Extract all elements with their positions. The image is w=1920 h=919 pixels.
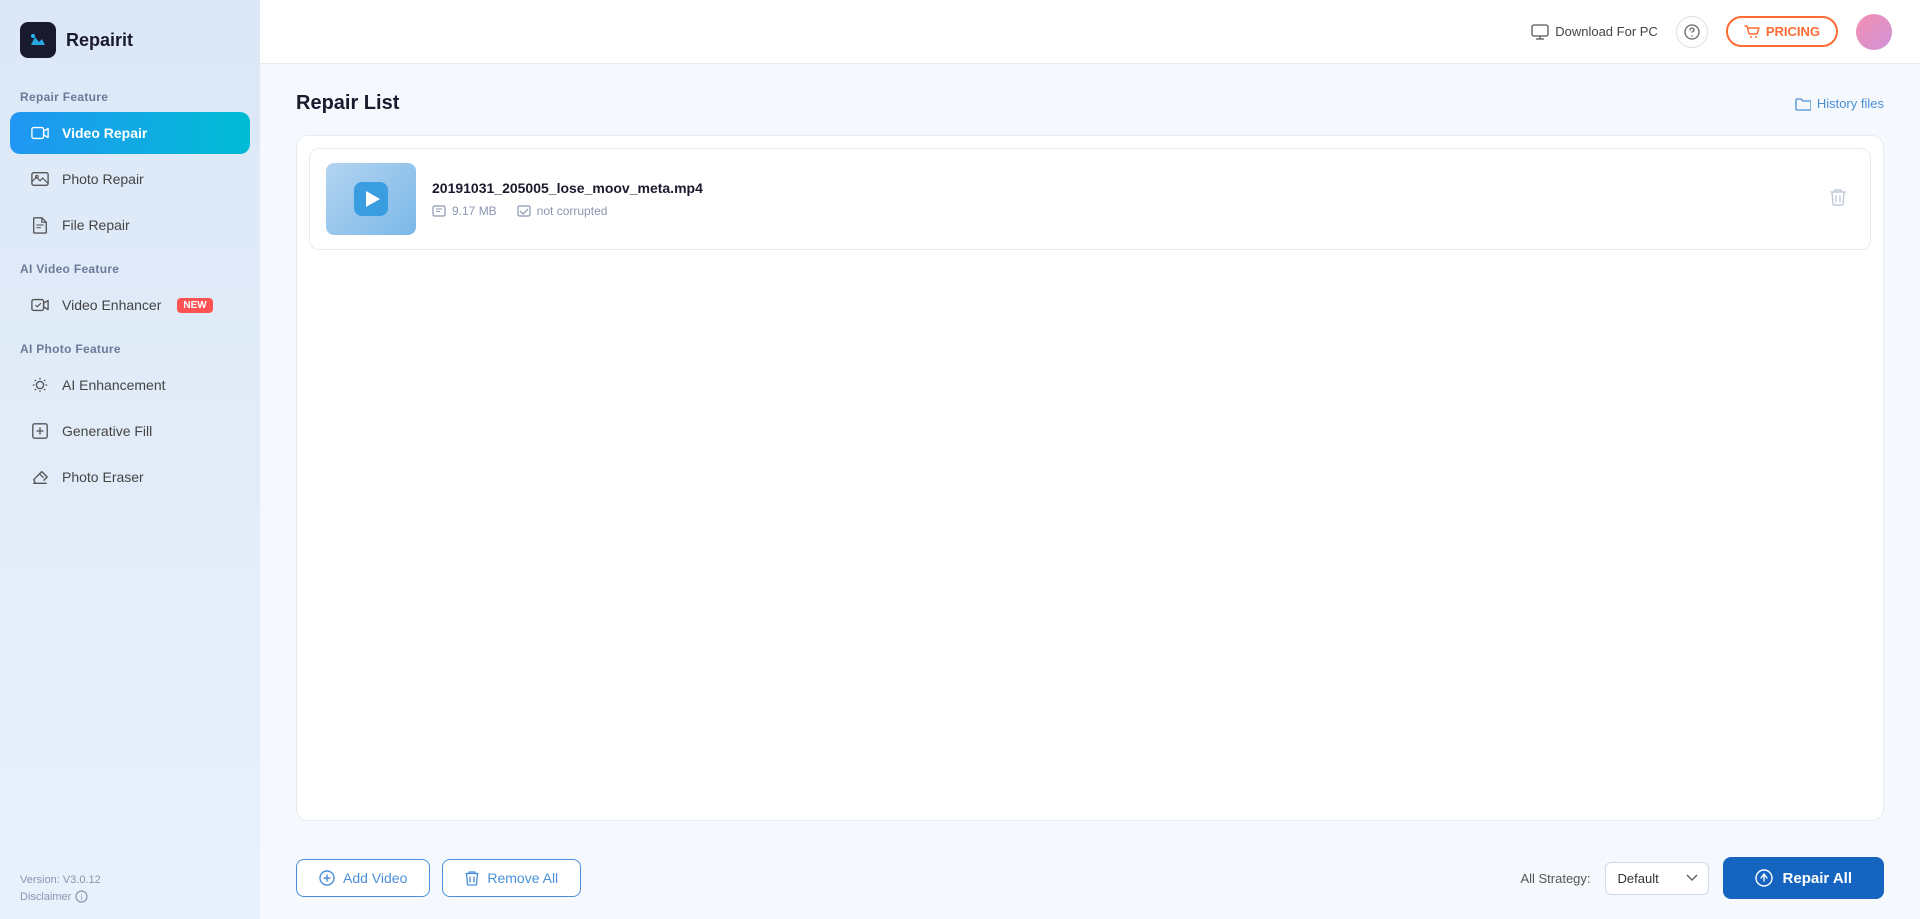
sidebar-footer: Version: V3.0.12 Disclaimer i [0, 858, 260, 919]
photo-eraser-label: Photo Eraser [62, 469, 144, 485]
remove-all-label: Remove All [487, 870, 558, 886]
file-name: 20191031_205005_lose_moov_meta.mp4 [432, 180, 1806, 196]
download-label: Download For PC [1555, 24, 1658, 39]
remove-all-button[interactable]: Remove All [442, 859, 581, 897]
file-size-item: 9.17 MB [432, 204, 497, 218]
delete-file-button[interactable] [1822, 180, 1854, 219]
repair-all-button[interactable]: Repair All [1723, 857, 1884, 899]
header: Download For PC PRICING [260, 0, 1920, 64]
repair-all-label: Repair All [1783, 870, 1852, 887]
version-text: Version: V3.0.12 [20, 874, 240, 886]
generative-fill-label: Generative Fill [62, 423, 152, 439]
play-icon [354, 182, 388, 216]
photo-repair-label: Photo Repair [62, 171, 144, 187]
video-enhancer-icon [30, 295, 50, 315]
section-repair-title: Repair Feature [0, 76, 260, 110]
sidebar-item-file-repair[interactable]: File Repair [10, 204, 250, 246]
file-thumbnail [326, 163, 416, 235]
logo-icon [20, 22, 56, 58]
disclaimer-link[interactable]: Disclaimer i [20, 890, 240, 903]
strategy-select[interactable]: Default Advanced [1605, 862, 1709, 895]
ai-enhancement-label: AI Enhancement [62, 377, 166, 393]
sidebar-item-photo-repair[interactable]: Photo Repair [10, 158, 250, 200]
strategy-label: All Strategy: [1520, 871, 1590, 886]
file-status: not corrupted [537, 204, 608, 218]
bottom-bar: Add Video Remove All All Strategy: Defau… [296, 841, 1884, 919]
content-area: Repair List History files 20191031_20500… [260, 64, 1920, 919]
download-for-pc-btn[interactable]: Download For PC [1531, 24, 1658, 40]
file-repair-icon [30, 215, 50, 235]
app-logo: Repairit [0, 0, 260, 76]
remove-icon [465, 870, 479, 886]
help-button[interactable] [1676, 16, 1708, 48]
file-size: 9.17 MB [452, 204, 497, 218]
file-info: 20191031_205005_lose_moov_meta.mp4 9.17 … [432, 180, 1806, 218]
status-icon [517, 204, 531, 218]
photo-repair-icon [30, 169, 50, 189]
sidebar-item-video-repair[interactable]: Video Repair [10, 112, 250, 154]
main-content: Download For PC PRICING Repair List [260, 0, 1920, 919]
page-title: Repair List [296, 92, 399, 115]
sidebar-item-generative-fill[interactable]: Generative Fill [10, 410, 250, 452]
file-meta: 9.17 MB not corrupted [432, 204, 1806, 218]
svg-text:i: i [81, 893, 83, 902]
video-enhancer-label: Video Enhancer [62, 297, 161, 313]
app-name: Repairit [66, 30, 133, 51]
file-repair-label: File Repair [62, 217, 130, 233]
add-icon [319, 870, 335, 886]
size-icon [432, 204, 446, 218]
history-files-label: History files [1817, 96, 1884, 111]
video-repair-icon [30, 123, 50, 143]
pricing-button[interactable]: PRICING [1726, 16, 1838, 47]
play-triangle [366, 191, 380, 207]
cart-icon [1744, 25, 1760, 39]
content-header: Repair List History files [296, 92, 1884, 115]
ai-enhancement-icon [30, 375, 50, 395]
add-video-button[interactable]: Add Video [296, 859, 430, 897]
section-ai-photo-title: AI Photo Feature [0, 328, 260, 362]
user-avatar[interactable] [1856, 14, 1892, 50]
table-row: 20191031_205005_lose_moov_meta.mp4 9.17 … [309, 148, 1871, 250]
add-video-label: Add Video [343, 870, 407, 886]
history-files-btn[interactable]: History files [1795, 96, 1884, 111]
help-icon [1684, 24, 1700, 40]
video-repair-label: Video Repair [62, 125, 147, 141]
sidebar-item-video-enhancer[interactable]: Video Enhancer NEW [10, 284, 250, 326]
bottom-left-actions: Add Video Remove All [296, 859, 581, 897]
sidebar: Repairit Repair Feature Video Repair Pho… [0, 0, 260, 919]
generative-fill-icon [30, 421, 50, 441]
repair-icon [1755, 869, 1773, 887]
bottom-right-actions: All Strategy: Default Advanced Repair Al… [1520, 857, 1884, 899]
new-badge: NEW [177, 298, 212, 313]
file-list: 20191031_205005_lose_moov_meta.mp4 9.17 … [296, 135, 1884, 821]
file-status-item: not corrupted [517, 204, 608, 218]
disclaimer-label: Disclaimer [20, 891, 71, 903]
monitor-icon [1531, 24, 1549, 40]
sidebar-item-photo-eraser[interactable]: Photo Eraser [10, 456, 250, 498]
section-ai-video-title: AI Video Feature [0, 248, 260, 282]
folder-icon [1795, 97, 1811, 111]
trash-icon [1830, 188, 1846, 206]
info-icon: i [75, 890, 88, 903]
sidebar-item-ai-enhancement[interactable]: AI Enhancement [10, 364, 250, 406]
photo-eraser-icon [30, 467, 50, 487]
pricing-label: PRICING [1766, 24, 1820, 39]
